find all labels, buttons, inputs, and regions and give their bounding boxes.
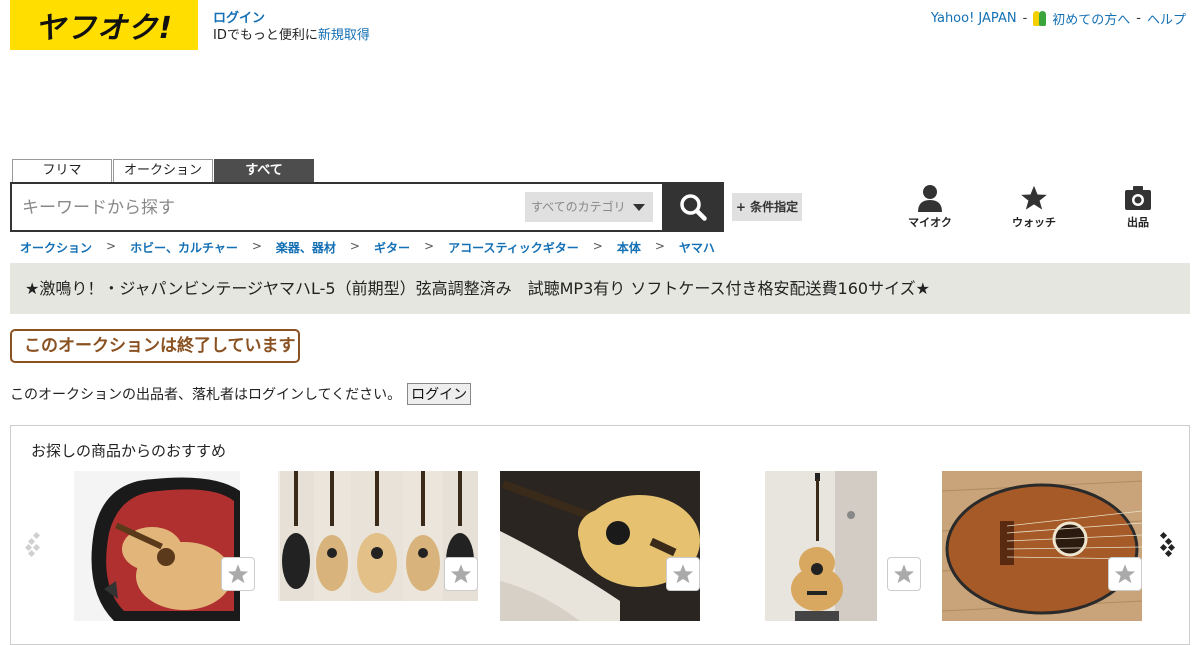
watch-star-button[interactable] [887,557,921,591]
auction-ended-badge: このオークションは終了しています [10,329,300,363]
recommendation-item[interactable] [278,471,478,621]
tab-all[interactable]: すべて [214,159,314,183]
watch-star-button[interactable] [444,557,478,591]
search-input[interactable] [22,194,502,222]
guitar-on-stand-photo [765,471,877,621]
tab-furima[interactable]: フリマ [12,159,112,183]
top-links-separator: - [1136,11,1141,26]
conditions-button[interactable]: + 条件指定 [732,193,802,221]
top-links-separator: - [1022,11,1028,26]
watch-star-button[interactable] [1108,557,1142,591]
guitar-in-case-photo [74,471,240,621]
watch-star-button[interactable] [221,557,255,591]
star-icon [893,564,915,584]
breadcrumb-item[interactable]: 本体 [617,239,641,256]
recommendations-panel: お探しの商品からのおすすめ [10,425,1190,645]
recommendation-item[interactable] [942,471,1142,621]
recommendation-item[interactable] [500,471,700,621]
login-note: このオークションの出品者、落札者はログインしてください。 ログイン [10,383,472,405]
breadcrumb: オークション > ホビー、カルチャー > 楽器、器材 > ギター > アコーステ… [20,239,715,256]
star-icon [672,564,694,584]
user-icon [918,185,942,212]
breadcrumb-separator: > [349,239,360,253]
id-prompt-text: IDでもっと便利に [213,28,318,43]
login-link[interactable]: ログイン [213,11,265,26]
breadcrumb-separator: > [654,239,665,253]
search-icon [680,194,707,221]
parlor-guitar-photo [942,471,1142,621]
breadcrumb-item[interactable]: アコースティックギター [448,239,579,256]
login-button[interactable]: ログイン [407,383,472,405]
search-button[interactable] [662,182,724,232]
search-tabs: フリマ オークション すべて [12,159,314,183]
star-icon [1114,564,1136,584]
breadcrumb-item[interactable]: ヤマハ [679,239,715,256]
recommendation-item[interactable] [765,471,925,621]
first-time-link[interactable]: 初めての方へ [1052,9,1130,28]
breadcrumb-separator: > [424,239,435,253]
recommendation-item[interactable] [74,471,264,621]
signup-link[interactable]: 新規取得 [318,28,370,43]
breadcrumb-item[interactable]: ギター [374,239,410,256]
guitar-on-sheet-photo [500,471,700,621]
help-link[interactable]: ヘルプ [1147,9,1186,28]
breadcrumb-separator: > [251,239,262,253]
breadcrumb-item[interactable]: オークション [20,239,92,256]
carousel-next-icon[interactable] [1155,530,1175,560]
star-icon [1021,185,1047,210]
star-icon [450,564,472,584]
my-auction-label: マイオク [908,216,952,229]
breadcrumb-separator: > [592,239,603,253]
yahoo-japan-link[interactable]: Yahoo! JAPAN [931,11,1017,26]
yahuoku-logo[interactable]: ヤフオク! [10,0,198,50]
tab-auction[interactable]: オークション [113,159,213,183]
star-icon [227,564,249,584]
breadcrumb-item[interactable]: ホビー、カルチャー [130,239,238,256]
watch-button[interactable]: ウォッチ [1004,184,1064,230]
beginner-leaf-icon [1033,11,1047,26]
login-note-text: このオークションの出品者、落札者はログインしてください。 [10,387,402,403]
search-box: すべてのカテゴリ [10,182,664,232]
item-title: ★激鳴り！・ジャパンビンテージヤマハL-5（前期型）弦高調整済み 試聴MP3有り… [10,263,1190,314]
login-block: ログイン IDでもっと便利に新規取得 [213,10,370,44]
top-links: Yahoo! JAPAN - 初めての方へ - ヘルプ [931,9,1186,28]
watch-star-button[interactable] [666,557,700,591]
recommendations-title: お探しの商品からのおすすめ [31,442,227,460]
breadcrumb-separator: > [106,239,117,253]
logo-text: ヤフオク! [34,11,174,46]
category-select[interactable]: すべてのカテゴリ [525,192,653,222]
sell-button[interactable]: 出品 [1108,184,1168,230]
carousel-prev-icon[interactable] [25,530,45,560]
my-auction-button[interactable]: マイオク [900,184,960,230]
watch-label: ウォッチ [1012,216,1056,229]
breadcrumb-item[interactable]: 楽器、器材 [276,239,336,256]
sell-label: 出品 [1127,216,1149,229]
category-select-value: すべてのカテゴリ [531,200,626,214]
chevron-down-icon [633,204,645,211]
camera-icon [1125,186,1151,210]
